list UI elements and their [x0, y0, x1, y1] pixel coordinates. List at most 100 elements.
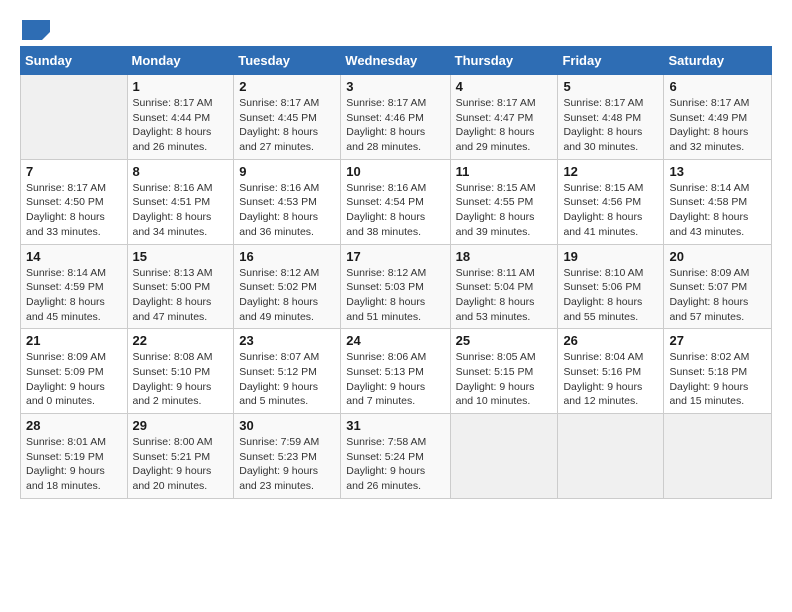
calendar-cell: 30 Sunrise: 7:59 AMSunset: 5:23 PMDayligh… — [234, 414, 341, 499]
calendar-week-3: 14Sunrise: 8:14 AMSunset: 4:59 PMDayligh… — [21, 244, 772, 329]
column-header-friday: Friday — [558, 47, 664, 75]
calendar-cell: 25 Sunrise: 8:05 AMSunset: 5:15 PMDayligh… — [450, 329, 558, 414]
day-number: 4 — [456, 79, 553, 94]
calendar-cell: 12 Sunrise: 8:15 AMSunset: 4:56 PMDayligh… — [558, 159, 664, 244]
day-number: 8 — [133, 164, 229, 179]
calendar-cell: 26 Sunrise: 8:04 AMSunset: 5:16 PMDayligh… — [558, 329, 664, 414]
day-number: 19 — [563, 249, 658, 264]
day-number: 29 — [133, 418, 229, 433]
day-number: 25 — [456, 333, 553, 348]
calendar-cell — [558, 414, 664, 499]
calendar-cell: 8 Sunrise: 8:16 AMSunset: 4:51 PMDaylight… — [127, 159, 234, 244]
calendar-cell — [664, 414, 772, 499]
day-number: 2 — [239, 79, 335, 94]
column-header-tuesday: Tuesday — [234, 47, 341, 75]
day-number: 5 — [563, 79, 658, 94]
day-info: Sunrise: 8:15 AMSunset: 4:56 PMDaylight:… — [563, 181, 658, 240]
page-header — [20, 20, 772, 36]
day-info: Sunrise: 8:12 AMSunset: 5:03 PMDaylight:… — [346, 266, 444, 325]
day-number: 13 — [669, 164, 766, 179]
calendar-cell — [450, 414, 558, 499]
day-info: Sunrise: 8:16 AMSunset: 4:54 PMDaylight:… — [346, 181, 444, 240]
day-info: Sunrise: 8:13 AMSunset: 5:00 PMDaylight:… — [133, 266, 229, 325]
day-info: Sunrise: 7:59 AMSunset: 5:23 PMDaylight:… — [239, 435, 335, 494]
calendar-cell: 1 Sunrise: 8:17 AMSunset: 4:44 PMDaylight… — [127, 75, 234, 160]
day-number: 1 — [133, 79, 229, 94]
calendar-cell: 9Sunrise: 8:16 AMSunset: 4:53 PMDaylight… — [234, 159, 341, 244]
day-info: Sunrise: 8:16 AMSunset: 4:51 PMDaylight:… — [133, 181, 229, 240]
day-number: 9 — [239, 164, 335, 179]
day-info: Sunrise: 8:14 AMSunset: 4:59 PMDaylight:… — [26, 266, 122, 325]
day-info: Sunrise: 8:10 AMSunset: 5:06 PMDaylight:… — [563, 266, 658, 325]
calendar-cell: 24 Sunrise: 8:06 AMSunset: 5:13 PMDayligh… — [341, 329, 450, 414]
day-info: Sunrise: 8:17 AMSunset: 4:44 PMDaylight:… — [133, 96, 229, 155]
day-info: Sunrise: 8:07 AMSunset: 5:12 PMDaylight:… — [239, 350, 335, 409]
day-info: Sunrise: 8:08 AMSunset: 5:10 PMDaylight:… — [133, 350, 229, 409]
day-number: 28 — [26, 418, 122, 433]
calendar-cell: 23 Sunrise: 8:07 AMSunset: 5:12 PMDayligh… — [234, 329, 341, 414]
day-info: Sunrise: 8:17 AMSunset: 4:46 PMDaylight:… — [346, 96, 444, 155]
day-info: Sunrise: 8:12 AMSunset: 5:02 PMDaylight:… — [239, 266, 335, 325]
day-number: 21 — [26, 333, 122, 348]
calendar-cell: 10 Sunrise: 8:16 AMSunset: 4:54 PMDayligh… — [341, 159, 450, 244]
calendar-cell: 7Sunrise: 8:17 AMSunset: 4:50 PMDaylight… — [21, 159, 128, 244]
calendar-cell: 4 Sunrise: 8:17 AMSunset: 4:47 PMDaylight… — [450, 75, 558, 160]
day-number: 18 — [456, 249, 553, 264]
day-number: 24 — [346, 333, 444, 348]
day-number: 31 — [346, 418, 444, 433]
day-number: 23 — [239, 333, 335, 348]
calendar-cell: 15 Sunrise: 8:13 AMSunset: 5:00 PMDayligh… — [127, 244, 234, 329]
calendar-cell: 19 Sunrise: 8:10 AMSunset: 5:06 PMDayligh… — [558, 244, 664, 329]
day-number: 30 — [239, 418, 335, 433]
calendar-cell: 21 Sunrise: 8:09 AMSunset: 5:09 PMDayligh… — [21, 329, 128, 414]
day-info: Sunrise: 8:04 AMSunset: 5:16 PMDaylight:… — [563, 350, 658, 409]
day-info: Sunrise: 8:06 AMSunset: 5:13 PMDaylight:… — [346, 350, 444, 409]
day-info: Sunrise: 7:58 AMSunset: 5:24 PMDaylight:… — [346, 435, 444, 494]
logo — [20, 20, 50, 36]
day-info: Sunrise: 8:17 AMSunset: 4:48 PMDaylight:… — [563, 96, 658, 155]
column-header-sunday: Sunday — [21, 47, 128, 75]
column-header-wednesday: Wednesday — [341, 47, 450, 75]
day-number: 26 — [563, 333, 658, 348]
day-number: 6 — [669, 79, 766, 94]
day-number: 10 — [346, 164, 444, 179]
calendar-cell: 31 Sunrise: 7:58 AMSunset: 5:24 PMDayligh… — [341, 414, 450, 499]
day-number: 27 — [669, 333, 766, 348]
calendar-cell: 27 Sunrise: 8:02 AMSunset: 5:18 PMDayligh… — [664, 329, 772, 414]
calendar-cell: 20Sunrise: 8:09 AMSunset: 5:07 PMDayligh… — [664, 244, 772, 329]
calendar-cell — [21, 75, 128, 160]
column-header-monday: Monday — [127, 47, 234, 75]
day-info: Sunrise: 8:17 AMSunset: 4:49 PMDaylight:… — [669, 96, 766, 155]
calendar-week-2: 7Sunrise: 8:17 AMSunset: 4:50 PMDaylight… — [21, 159, 772, 244]
day-info: Sunrise: 8:05 AMSunset: 5:15 PMDaylight:… — [456, 350, 553, 409]
calendar-cell: 17 Sunrise: 8:12 AMSunset: 5:03 PMDayligh… — [341, 244, 450, 329]
day-number: 11 — [456, 164, 553, 179]
calendar-cell: 28 Sunrise: 8:01 AMSunset: 5:19 PMDayligh… — [21, 414, 128, 499]
day-info: Sunrise: 8:17 AMSunset: 4:45 PMDaylight:… — [239, 96, 335, 155]
calendar-cell: 29 Sunrise: 8:00 AMSunset: 5:21 PMDayligh… — [127, 414, 234, 499]
day-info: Sunrise: 8:11 AMSunset: 5:04 PMDaylight:… — [456, 266, 553, 325]
day-info: Sunrise: 8:01 AMSunset: 5:19 PMDaylight:… — [26, 435, 122, 494]
calendar-cell: 2 Sunrise: 8:17 AMSunset: 4:45 PMDaylight… — [234, 75, 341, 160]
calendar-cell: 13 Sunrise: 8:14 AMSunset: 4:58 PMDayligh… — [664, 159, 772, 244]
calendar-cell: 16Sunrise: 8:12 AMSunset: 5:02 PMDayligh… — [234, 244, 341, 329]
day-info: Sunrise: 8:17 AMSunset: 4:47 PMDaylight:… — [456, 96, 553, 155]
calendar-cell: 11 Sunrise: 8:15 AMSunset: 4:55 PMDayligh… — [450, 159, 558, 244]
day-info: Sunrise: 8:00 AMSunset: 5:21 PMDaylight:… — [133, 435, 229, 494]
day-info: Sunrise: 8:14 AMSunset: 4:58 PMDaylight:… — [669, 181, 766, 240]
calendar-cell: 18 Sunrise: 8:11 AMSunset: 5:04 PMDayligh… — [450, 244, 558, 329]
day-info: Sunrise: 8:09 AMSunset: 5:09 PMDaylight:… — [26, 350, 122, 409]
column-header-thursday: Thursday — [450, 47, 558, 75]
day-number: 15 — [133, 249, 229, 264]
day-number: 12 — [563, 164, 658, 179]
logo-icon — [22, 20, 50, 40]
day-number: 17 — [346, 249, 444, 264]
calendar-week-1: 1 Sunrise: 8:17 AMSunset: 4:44 PMDaylight… — [21, 75, 772, 160]
calendar-cell: 5 Sunrise: 8:17 AMSunset: 4:48 PMDaylight… — [558, 75, 664, 160]
calendar-cell: 3Sunrise: 8:17 AMSunset: 4:46 PMDaylight… — [341, 75, 450, 160]
day-info: Sunrise: 8:02 AMSunset: 5:18 PMDaylight:… — [669, 350, 766, 409]
calendar-week-5: 28 Sunrise: 8:01 AMSunset: 5:19 PMDayligh… — [21, 414, 772, 499]
day-info: Sunrise: 8:15 AMSunset: 4:55 PMDaylight:… — [456, 181, 553, 240]
column-header-saturday: Saturday — [664, 47, 772, 75]
day-info: Sunrise: 8:09 AMSunset: 5:07 PMDaylight:… — [669, 266, 766, 325]
